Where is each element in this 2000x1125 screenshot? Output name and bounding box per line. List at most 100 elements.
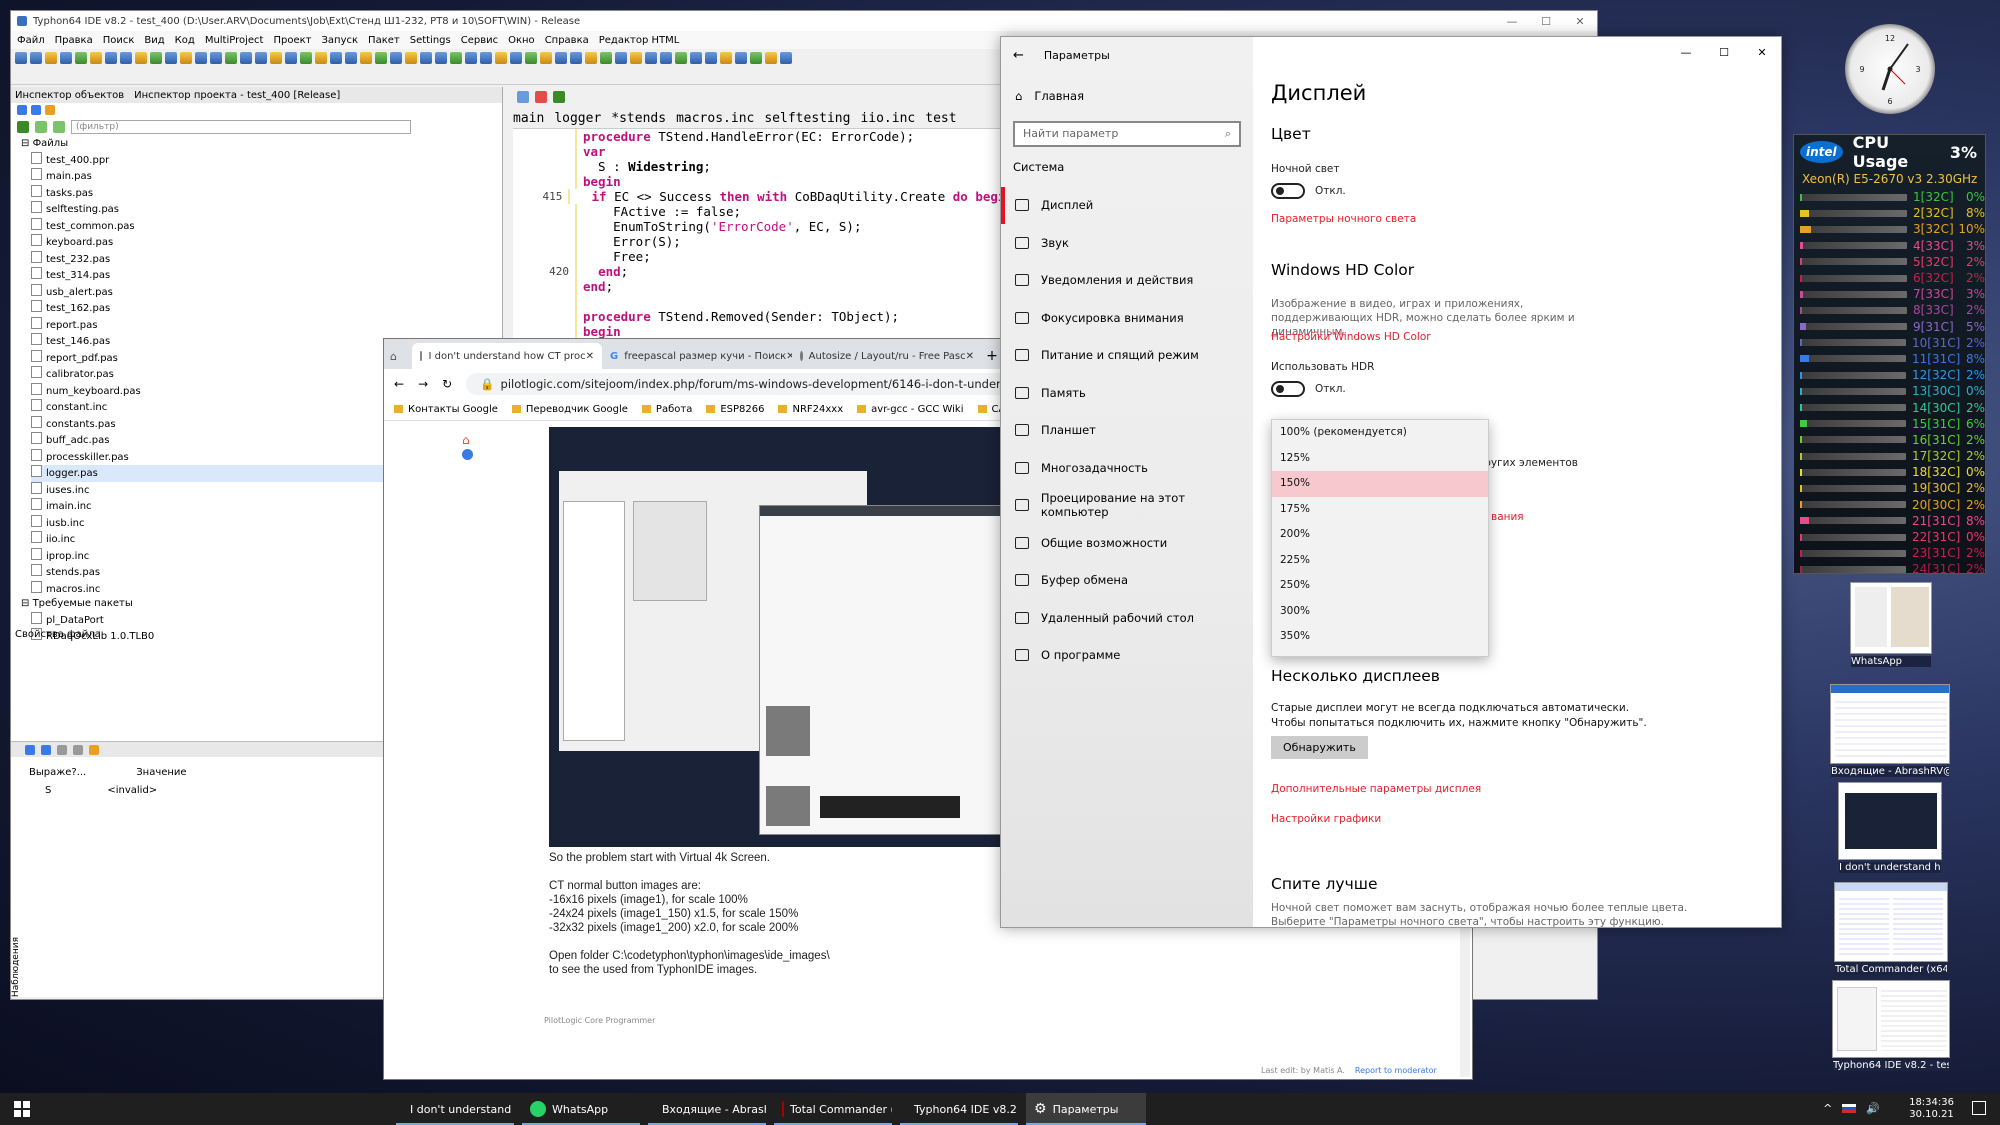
toolbar-tool-icon[interactable] [495, 52, 507, 64]
code-line[interactable]: begin [513, 174, 1013, 189]
toolbar-tool-icon[interactable] [375, 52, 387, 64]
toolbar-tool-icon[interactable] [585, 52, 597, 64]
thumb-typhon[interactable]: Typhon64 IDE v8.2 - tes... [1832, 980, 1950, 1071]
editor-tab[interactable]: selftesting [764, 111, 850, 126]
watch-add-icon[interactable] [41, 744, 51, 755]
toolbar-tool-icon[interactable] [660, 52, 672, 64]
toolbar-tool-icon[interactable] [315, 52, 327, 64]
toolbar-tool-icon[interactable] [705, 52, 717, 64]
scale-option[interactable]: 125% [1272, 446, 1488, 472]
toolbar-tool-icon[interactable] [420, 52, 432, 64]
toolbar-tool-icon[interactable] [60, 52, 72, 64]
menu-search[interactable]: Поиск [103, 35, 135, 46]
start-button[interactable] [14, 1101, 30, 1117]
minimize-button[interactable]: — [1667, 37, 1705, 67]
scale-option[interactable]: 175% [1272, 497, 1488, 523]
toolbar-tool-icon[interactable] [465, 52, 477, 64]
file-item[interactable]: report.pas [31, 317, 502, 334]
settings-search-input[interactable]: Найти параметр ⌕ [1013, 120, 1241, 147]
watch-row[interactable]: S <invalid> [45, 785, 157, 796]
toolbar-tool-icon[interactable] [450, 52, 462, 64]
editor-tab[interactable]: test [925, 111, 956, 126]
watch-edit-icon[interactable] [57, 744, 67, 755]
code-line[interactable]: 415 if EC <> Success then with CoBDaqUti… [513, 189, 1013, 204]
toolbar-tool-icon[interactable] [630, 52, 642, 64]
toolbar-tool-icon[interactable] [75, 52, 87, 64]
taskbar-total-commander[interactable]: Total Commander (... [774, 1093, 892, 1125]
toolbar-tool-icon[interactable] [30, 52, 42, 64]
code-line[interactable] [513, 294, 1013, 309]
tab-object-inspector[interactable]: Инспектор объектов [15, 90, 124, 101]
forward-button[interactable]: → [418, 377, 428, 391]
watches-side-tab[interactable]: Наблюдения [11, 937, 25, 997]
tree-root[interactable]: ⊟ Файлы [21, 137, 502, 152]
file-item[interactable]: test_232.pas [31, 251, 502, 268]
scale-option[interactable]: 350% [1272, 624, 1488, 650]
tab-ct-forum[interactable]: I don't understand how CT proc ✕ [412, 343, 602, 369]
toolbar-tool-icon[interactable] [180, 52, 192, 64]
editor-tab[interactable]: main [513, 111, 544, 126]
nav-item[interactable]: Общие возможности [1001, 524, 1253, 562]
scale-option[interactable]: 200% [1272, 522, 1488, 548]
toolbar-tool-icon[interactable] [90, 52, 102, 64]
tab-autosize[interactable]: Autosize / Layout/ru - Free Pasc ✕ [792, 343, 982, 369]
close-button[interactable]: ✕ [1743, 37, 1781, 67]
file-item[interactable]: usb_alert.pas [31, 284, 502, 301]
toolbar-tool-icon[interactable] [210, 52, 222, 64]
menu-edit[interactable]: Правка [55, 35, 93, 46]
code-line[interactable]: 420 end; [513, 264, 1013, 279]
code-line[interactable]: FActive := false; [513, 204, 1013, 219]
close-button[interactable]: ✕ [1563, 15, 1597, 28]
toolbar-tool-icon[interactable] [330, 52, 342, 64]
menu-project[interactable]: Проект [273, 35, 311, 46]
nav-item[interactable]: Память [1001, 374, 1253, 412]
menu-code[interactable]: Код [175, 35, 195, 46]
back-button[interactable]: ← [394, 377, 404, 391]
scale-option[interactable]: 225% [1272, 548, 1488, 574]
toolbar-tool-icon[interactable] [15, 52, 27, 64]
file-item[interactable]: tasks.pas [31, 185, 502, 202]
notifications-icon[interactable] [1972, 1101, 1986, 1115]
menu-multiproject[interactable]: MultiProject [205, 35, 264, 46]
bookmark-item[interactable]: ESP8266 [706, 404, 764, 415]
scale-link-partial[interactable]: вания [1491, 511, 1524, 523]
nav-item[interactable]: О программе [1001, 637, 1253, 675]
taskbar-whatsapp[interactable]: WhatsApp [522, 1093, 640, 1125]
editor-tab[interactable]: iio.inc [860, 111, 915, 126]
menu-package[interactable]: Пакет [368, 35, 400, 46]
toolbar-tool-icon[interactable] [555, 52, 567, 64]
toolbar-tool-icon[interactable] [390, 52, 402, 64]
thumb-whatsapp[interactable]: WhatsApp [1850, 582, 1932, 667]
toolbar-tool-icon[interactable] [405, 52, 417, 64]
tab-close-icon[interactable]: ✕ [966, 351, 974, 362]
code-line[interactable]: S : Widestring; [513, 159, 1013, 174]
editor-tab[interactable]: logger [554, 111, 601, 126]
menu-window[interactable]: Окно [508, 35, 535, 46]
remove-icon[interactable] [31, 105, 41, 115]
toolbar-tool-icon[interactable] [105, 52, 117, 64]
taskbar-chrome[interactable]: I don't understand ... [396, 1093, 514, 1125]
thumb-chrome[interactable]: I don't understand h... [1838, 782, 1942, 873]
minimize-button[interactable]: — [1495, 15, 1529, 28]
thumb-total-commander[interactable]: Total Commander (x64... [1834, 882, 1948, 975]
toolbar-tool-icon[interactable] [525, 52, 537, 64]
file-item[interactable]: test_162.pas [31, 300, 502, 317]
tab-project-inspector[interactable]: Инспектор проекта - test_400 [Release] [134, 90, 340, 101]
scale-option[interactable]: 100% (рекомендуется) [1272, 420, 1488, 446]
tray-chevron-icon[interactable]: ^ [1823, 1102, 1832, 1115]
code-line[interactable]: EnumToString('ErrorCode', EC, S); [513, 219, 1013, 234]
toolbar-tool-icon[interactable] [345, 52, 357, 64]
code-line[interactable]: Error(S); [513, 234, 1013, 249]
hd-color-settings-link[interactable]: Настройки Windows HD Color [1271, 331, 1431, 343]
code-line[interactable]: procedure TStend.Removed(Sender: TObject… [513, 309, 1013, 324]
menu-run[interactable]: Запуск [322, 35, 359, 46]
night-light-toggle[interactable] [1271, 183, 1305, 199]
watch-delete-icon[interactable] [73, 744, 83, 755]
forward-icon[interactable] [553, 91, 565, 103]
menu-settings[interactable]: Settings [410, 35, 451, 46]
code-line[interactable]: procedure TStend.HandleError(EC: ErrorCo… [513, 129, 1013, 144]
taskbar-outlook[interactable]: Входящие - Abrash... [648, 1093, 766, 1125]
toolbar-tool-icon[interactable] [615, 52, 627, 64]
scale-option[interactable]: 250% [1272, 573, 1488, 599]
toolbar-tool-icon[interactable] [645, 52, 657, 64]
